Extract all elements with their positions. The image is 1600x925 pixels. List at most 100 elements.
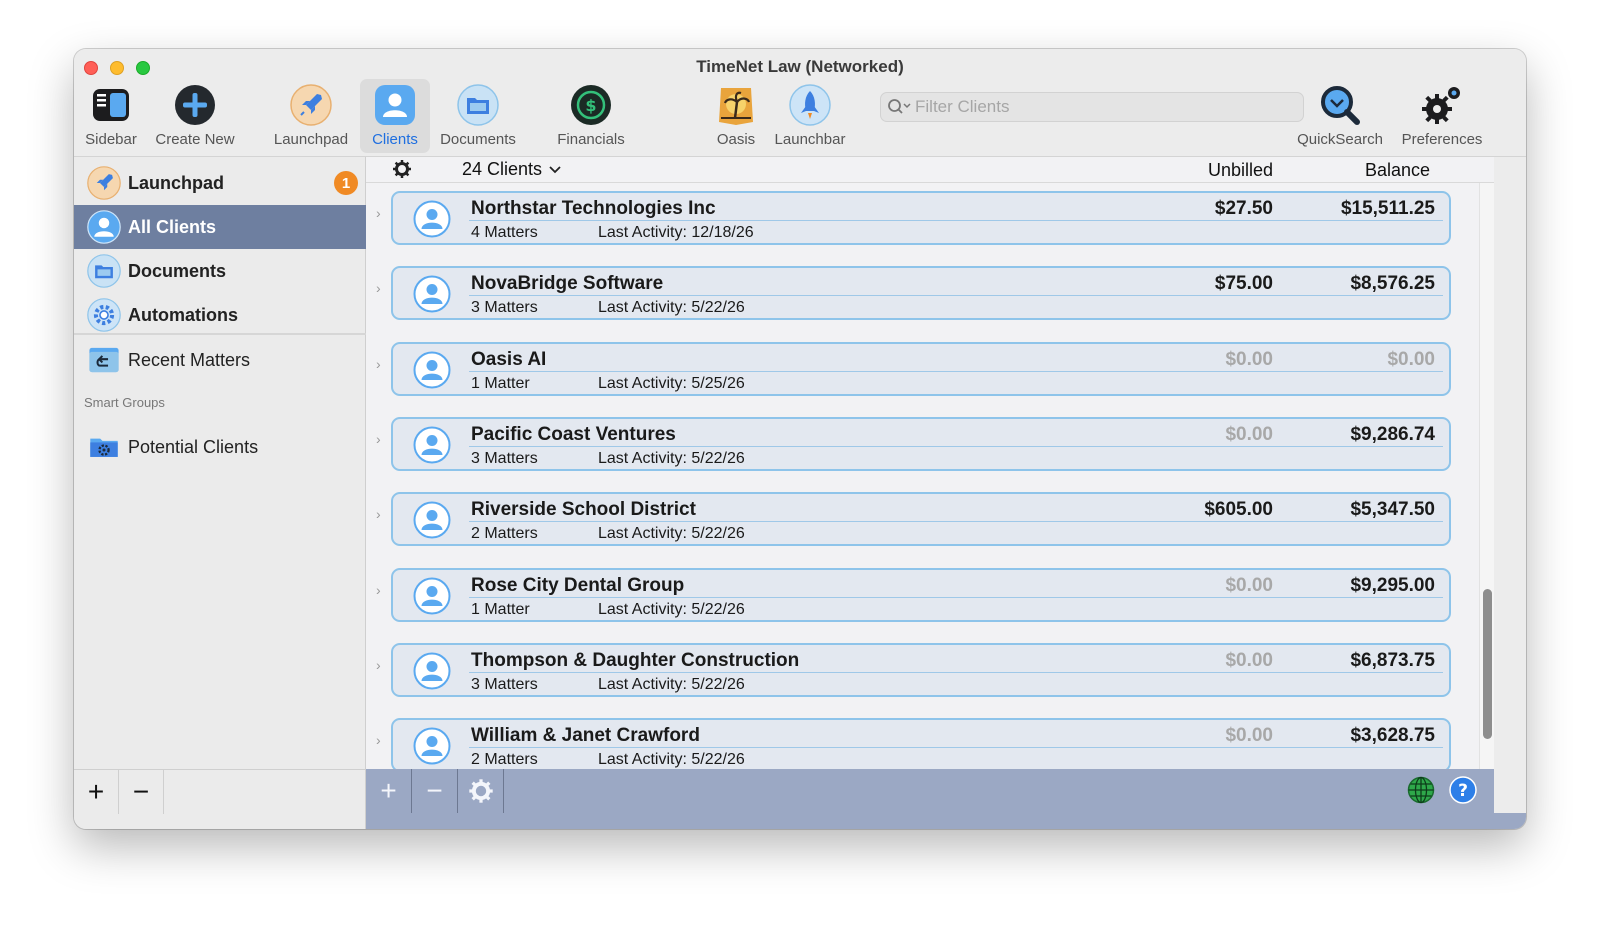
- disclosure-chevron-icon[interactable]: ›: [376, 356, 381, 372]
- plus-circle-icon: [173, 83, 217, 127]
- client-row[interactable]: › NovaBridge Software 3 Matters Last Activi…: [366, 260, 1494, 335]
- unbilled-amount: $0.00: [1225, 574, 1273, 596]
- sidebar-toggle-button[interactable]: Sidebar: [78, 79, 144, 153]
- launchpad-button[interactable]: Launchpad: [270, 79, 352, 153]
- network-globe-icon[interactable]: [1406, 775, 1436, 805]
- create-new-button[interactable]: Create New: [152, 79, 238, 153]
- sidebar-icon: [89, 83, 133, 127]
- launchbar-button[interactable]: Launchbar: [770, 79, 850, 153]
- sidebar-item-label: Recent Matters: [128, 349, 251, 370]
- client-avatar-icon: [413, 351, 451, 389]
- client-card[interactable]: William & Janet Crawford 2 Matters Last Ac…: [391, 718, 1451, 769]
- help-icon[interactable]: ?: [1448, 775, 1478, 805]
- filter-clients-field[interactable]: [880, 92, 1304, 122]
- disclosure-chevron-icon[interactable]: ›: [376, 280, 381, 296]
- app-window: TimeNet Law (Networked) Sidebar Create N…: [74, 49, 1526, 829]
- last-activity: Last Activity: 5/25/26: [598, 374, 745, 392]
- sidebar-item-all-clients[interactable]: All Clients: [74, 205, 366, 249]
- clients-button[interactable]: Clients: [360, 79, 430, 153]
- quicksearch-button[interactable]: QuickSearch: [1294, 79, 1386, 153]
- preferences-button[interactable]: Preferences: [1396, 79, 1488, 153]
- sidebar: Launchpad 1 All Clients Documents Automa…: [74, 157, 366, 769]
- client-avatar-icon: [413, 727, 451, 765]
- client-row[interactable]: › Northstar Technologies Inc 4 Matters Last…: [366, 185, 1494, 260]
- sidebar-item-launchpad[interactable]: Launchpad 1: [74, 161, 366, 205]
- client-name: William & Janet Crawford: [471, 725, 700, 747]
- filter-clients-input[interactable]: [915, 97, 1285, 117]
- sidebar-item-recent-matters[interactable]: Recent Matters: [74, 338, 366, 382]
- remove-client-button[interactable]: −: [412, 769, 458, 813]
- remove-group-button[interactable]: −: [119, 770, 164, 814]
- row-divider: [469, 596, 1443, 598]
- client-name: Thompson & Daughter Construction: [471, 649, 800, 671]
- disclosure-chevron-icon[interactable]: ›: [376, 582, 381, 598]
- last-activity: Last Activity: 5/22/26: [598, 751, 745, 769]
- last-activity: Last Activity: 5/22/26: [598, 299, 745, 317]
- chevron-down-icon: [549, 165, 561, 173]
- client-avatar-icon: [413, 501, 451, 539]
- clients-icon: [86, 209, 122, 245]
- unbilled-amount: $0.00: [1225, 348, 1273, 370]
- last-activity: Last Activity: 12/18/26: [598, 224, 754, 241]
- smart-folder-gear-icon: [86, 429, 122, 465]
- documents-button[interactable]: Documents: [436, 79, 520, 153]
- financials-button[interactable]: $ Financials: [550, 79, 632, 153]
- client-avatar-icon: [413, 652, 451, 690]
- disclosure-chevron-icon[interactable]: ›: [376, 732, 381, 748]
- matter-count: 2 Matters: [471, 525, 538, 543]
- list-header: 24 Clients Unbilled Balance: [366, 157, 1494, 183]
- status-icons: ?: [1406, 775, 1478, 805]
- unbilled-column-header[interactable]: Unbilled: [1208, 160, 1273, 181]
- balance-amount: $15,511.25: [1340, 198, 1435, 219]
- last-activity: Last Activity: 5/22/26: [598, 675, 745, 693]
- list-actions-button[interactable]: [458, 769, 504, 813]
- client-row[interactable]: › Thompson & Daughter Construction 3 Matte…: [366, 637, 1494, 712]
- disclosure-chevron-icon[interactable]: ›: [376, 431, 381, 447]
- last-activity: Last Activity: 5/22/26: [598, 525, 745, 543]
- client-card[interactable]: Northstar Technologies Inc 4 Matters Last …: [391, 191, 1451, 245]
- disclosure-chevron-icon[interactable]: ›: [376, 506, 381, 522]
- client-card[interactable]: Rose City Dental Group 1 Matter Last Activ…: [391, 567, 1451, 622]
- client-row[interactable]: › Rose City Dental Group 1 Matter Last Acti…: [366, 562, 1494, 637]
- client-card[interactable]: NovaBridge Software 3 Matters Last Activit…: [391, 266, 1451, 321]
- client-card[interactable]: Riverside School District 2 Matters Last A…: [391, 492, 1451, 547]
- sidebar-label: Sidebar: [85, 131, 137, 148]
- sidebar-item-documents[interactable]: Documents: [74, 249, 366, 293]
- scrollbar-thumb[interactable]: [1483, 589, 1492, 739]
- unbilled-amount: $75.00: [1214, 273, 1273, 295]
- quicksearch-label: QuickSearch: [1297, 131, 1383, 148]
- client-row[interactable]: › Riverside School District 2 Matters Last …: [366, 486, 1494, 561]
- rocket-icon: [86, 165, 122, 201]
- add-group-button[interactable]: +: [74, 770, 119, 814]
- sidebar-item-automations[interactable]: Automations: [74, 293, 366, 337]
- balance-column-header[interactable]: Balance: [1365, 160, 1430, 181]
- client-count-dropdown[interactable]: 24 Clients: [462, 159, 562, 180]
- row-divider: [469, 521, 1443, 523]
- disclosure-chevron-icon[interactable]: ›: [376, 205, 381, 221]
- client-card[interactable]: Thompson & Daughter Construction 3 Matter…: [391, 642, 1451, 697]
- financials-label: Financials: [557, 131, 625, 148]
- client-row[interactable]: › William & Janet Crawford 2 Matters Last A…: [366, 712, 1494, 769]
- rocket-icon: [289, 83, 333, 127]
- client-row[interactable]: › Pacific Coast Ventures 3 Matters Last Act…: [366, 411, 1494, 486]
- sidebar-item-potential-clients[interactable]: Potential Clients: [74, 425, 366, 469]
- client-card[interactable]: Pacific Coast Ventures 3 Matters Last Acti…: [391, 416, 1451, 471]
- client-list-panel: 24 Clients Unbilled Balance › Northstar T…: [366, 157, 1494, 769]
- client-row[interactable]: › Oasis AI 1 Matter Last Activity: 5/25/26 $…: [366, 336, 1494, 411]
- disclosure-chevron-icon[interactable]: ›: [376, 657, 381, 673]
- client-name: Rose City Dental Group: [471, 574, 685, 596]
- preferences-gear-icon: [1420, 83, 1464, 127]
- client-card[interactable]: Oasis AI 1 Matter Last Activity: 5/25/26 $0…: [391, 341, 1451, 396]
- launchbar-rocket-icon: [788, 83, 832, 127]
- gear-icon: [468, 779, 493, 803]
- list-settings-gear-icon[interactable]: [392, 159, 412, 179]
- balance-amount: $0.00: [1387, 348, 1435, 370]
- add-client-button[interactable]: +: [366, 769, 412, 813]
- last-activity: Last Activity: 5/22/26: [598, 600, 745, 618]
- clients-icon: [373, 83, 417, 127]
- oasis-button[interactable]: Oasis: [710, 79, 762, 153]
- vertical-scrollbar[interactable]: [1479, 183, 1494, 769]
- quicksearch-magnifier-icon: [1318, 83, 1362, 127]
- search-icon: [887, 97, 915, 117]
- documents-label: Documents: [440, 131, 516, 148]
